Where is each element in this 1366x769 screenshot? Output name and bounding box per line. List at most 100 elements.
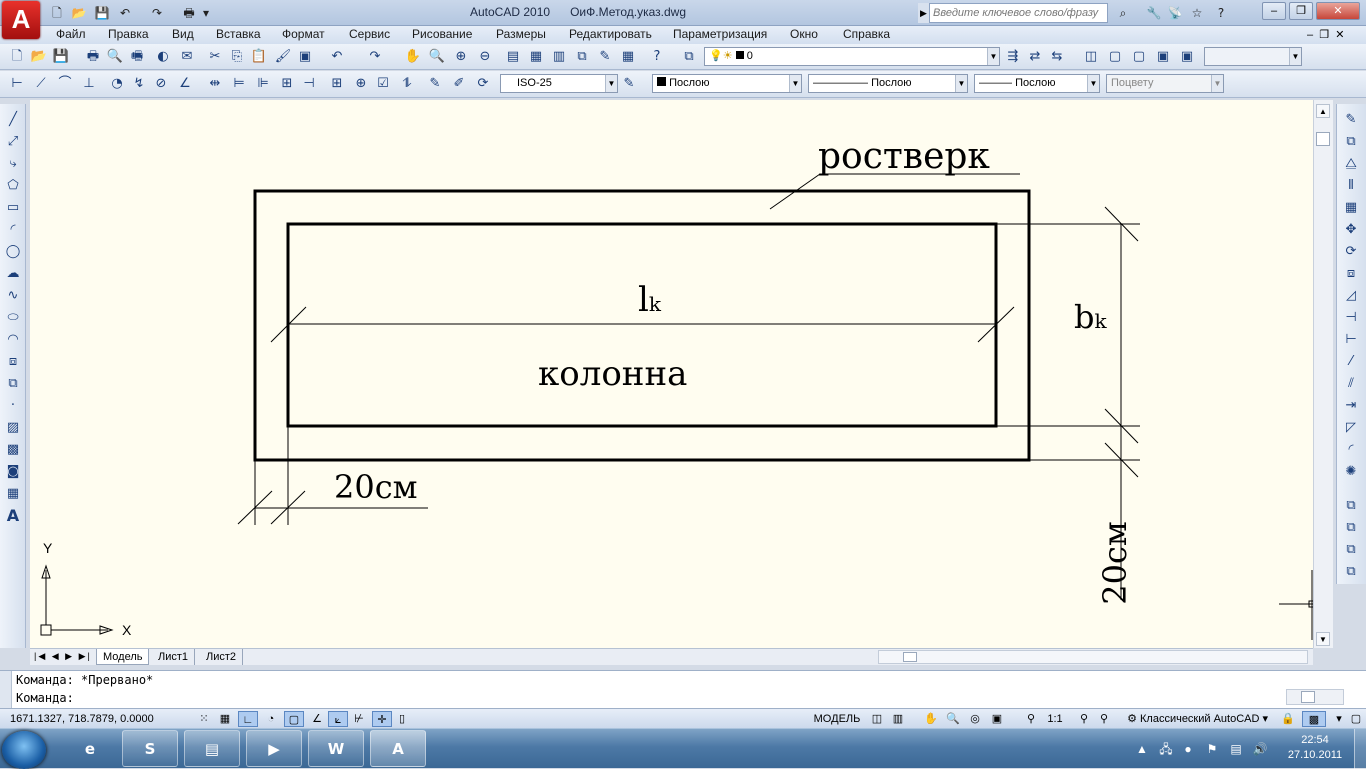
layer-properties-icon[interactable]: ⧉ bbox=[680, 48, 698, 66]
aligned-dimension-icon[interactable]: ⟋ bbox=[32, 75, 50, 93]
make-block-icon[interactable]: ⧉ bbox=[3, 374, 23, 394]
arc-icon[interactable]: ◜ bbox=[3, 220, 23, 240]
make-layer-current-icon[interactable]: ⇶ bbox=[1004, 48, 1022, 66]
drawing-canvas[interactable]: ростверк lk bk колонна 20см 20см Y X bbox=[30, 100, 1313, 648]
auto-scale-icon[interactable]: ⚲ bbox=[1096, 711, 1112, 727]
dynamic-input-icon[interactable]: ⊬ bbox=[350, 711, 368, 727]
start-button[interactable] bbox=[2, 731, 46, 769]
layer-state-icon[interactable]: ⇆ bbox=[1048, 48, 1066, 66]
scroll-down-icon[interactable]: ▼ bbox=[1316, 632, 1330, 646]
match-properties-icon[interactable]: 🖌 bbox=[274, 48, 292, 66]
table-icon[interactable]: ▦ bbox=[3, 484, 23, 504]
save-drawing-icon[interactable]: 💾 bbox=[52, 48, 70, 66]
gradient-icon[interactable]: ▩ bbox=[3, 440, 23, 460]
help-toolbar-icon[interactable]: ? bbox=[648, 48, 666, 66]
zoom-status-icon[interactable]: 🔍 bbox=[944, 711, 962, 727]
workspace-gear-icon[interactable]: ⚙ bbox=[1124, 711, 1140, 727]
linear-dimension-icon[interactable]: ⊢ bbox=[8, 75, 26, 93]
quick-view-icon[interactable]: ▥ bbox=[888, 711, 908, 727]
internet-explorer-icon[interactable]: e bbox=[62, 730, 118, 767]
object-snap-icon[interactable]: ▢ bbox=[284, 711, 304, 727]
stretch-icon[interactable]: ◿ bbox=[1341, 286, 1361, 306]
dimension-style-select[interactable]: ISO-25 ▼ bbox=[500, 74, 618, 93]
save-icon[interactable]: 💾 bbox=[93, 4, 111, 22]
open-file-icon[interactable]: 📂 bbox=[70, 4, 88, 22]
undo-icon[interactable]: ↶ bbox=[116, 4, 134, 22]
dimension-update-icon[interactable]: ⟳ bbox=[474, 75, 492, 93]
quick-properties-icon[interactable]: ▯ bbox=[394, 711, 410, 727]
menu-format[interactable]: Формат bbox=[282, 27, 325, 41]
menu-view[interactable]: Вид bbox=[172, 27, 194, 41]
plotstyle-select[interactable]: Поцвету ▼ bbox=[1106, 74, 1224, 93]
dimension-style-icon[interactable]: ✎ bbox=[620, 75, 638, 93]
tray-overflow-icon[interactable]: ▲ bbox=[1134, 741, 1150, 757]
command-window-grip[interactable] bbox=[0, 671, 12, 709]
properties-icon[interactable]: ▤ bbox=[504, 48, 522, 66]
help-icon[interactable]: ? bbox=[1212, 4, 1230, 22]
model-space-button[interactable]: МОДЕЛЬ bbox=[810, 711, 864, 727]
lineweight-icon[interactable]: ✛ bbox=[372, 711, 392, 727]
linetype-select[interactable]: ————— Послою ▼ bbox=[808, 74, 968, 93]
doc-window-controls[interactable]: – ❐ ✕ bbox=[1307, 28, 1344, 41]
publish-icon[interactable]: 🖷 bbox=[128, 48, 146, 66]
taskbar-clock[interactable]: 22:54 27.10.2011 bbox=[1280, 733, 1350, 763]
line-icon[interactable]: ╱ bbox=[3, 110, 23, 130]
kolonna-outline[interactable] bbox=[286, 222, 998, 428]
quick-access-dropdown-icon[interactable]: ▾ bbox=[200, 4, 212, 22]
trim-icon[interactable]: ⊣ bbox=[1341, 308, 1361, 328]
dimension-break-icon[interactable]: ⊣ bbox=[300, 75, 318, 93]
menu-edit[interactable]: Правка bbox=[108, 27, 149, 41]
workspace-switch[interactable]: Классический AutoCAD ▾ bbox=[1140, 711, 1274, 727]
copy-object-icon[interactable]: ⧉ bbox=[1341, 132, 1361, 152]
command-prompt[interactable]: Команда: bbox=[16, 691, 74, 705]
copy-icon[interactable]: ⎘ bbox=[228, 48, 246, 66]
dimension-edit-icon[interactable]: ✎ bbox=[426, 75, 444, 93]
break-at-point-icon[interactable]: ⁄ bbox=[1341, 352, 1361, 372]
fillet-icon[interactable]: ◜ bbox=[1341, 440, 1361, 460]
realistic-icon[interactable]: ▣ bbox=[1154, 48, 1172, 66]
rotate-icon[interactable]: ⟳ bbox=[1341, 242, 1361, 262]
point-icon[interactable]: · bbox=[3, 396, 23, 416]
command-scroll-thumb[interactable] bbox=[1301, 691, 1315, 703]
binoculars-icon[interactable]: ⌕ bbox=[1114, 4, 1132, 22]
media-player-classic-icon[interactable]: ▶ bbox=[246, 730, 302, 767]
design-center-icon[interactable]: ▦ bbox=[527, 48, 545, 66]
polygon-icon[interactable]: ⬠ bbox=[3, 176, 23, 196]
coordinates-display[interactable]: 1671.1327, 718.7879, 0.0000 bbox=[10, 711, 154, 727]
continue-icon[interactable]: ⊫ bbox=[254, 75, 272, 93]
draw-order-above-icon[interactable]: ⧉ bbox=[1341, 540, 1361, 560]
grid-display-icon[interactable]: ▦ bbox=[216, 711, 234, 727]
close-button[interactable]: ✕ bbox=[1316, 2, 1360, 20]
conceptual-icon[interactable]: ▣ bbox=[1178, 48, 1196, 66]
tab-model[interactable]: Модель bbox=[96, 649, 150, 665]
microsoft-word-icon[interactable]: W bbox=[308, 730, 364, 767]
tab-layout2[interactable]: Лист2 bbox=[200, 649, 244, 665]
circle-icon[interactable]: ◯ bbox=[3, 242, 23, 262]
showmotion-icon[interactable]: ▣ bbox=[988, 711, 1006, 727]
ellipse-arc-icon[interactable]: ◠ bbox=[3, 330, 23, 350]
inspection-icon[interactable]: ☑ bbox=[374, 75, 392, 93]
join-icon[interactable]: ⇥ bbox=[1341, 396, 1361, 416]
extend-icon[interactable]: ⊢ bbox=[1341, 330, 1361, 350]
tray-ball-icon[interactable]: ● bbox=[1180, 741, 1196, 757]
file-explorer-icon[interactable]: ▤ bbox=[184, 730, 240, 767]
layout-view-icon[interactable]: ◫ bbox=[868, 711, 886, 727]
region-icon[interactable]: ◙ bbox=[3, 462, 23, 482]
redo-icon[interactable]: ↷ bbox=[148, 4, 166, 22]
center-mark-icon[interactable]: ⊕ bbox=[352, 75, 370, 93]
zoom-window-icon[interactable]: ⊕ bbox=[452, 48, 470, 66]
skype-icon[interactable]: S bbox=[122, 730, 178, 767]
annotation-scale-value[interactable]: 1:1 bbox=[1040, 711, 1070, 727]
etransmit-icon[interactable]: ✉ bbox=[178, 48, 196, 66]
draw-order-front-icon[interactable]: ⧉ bbox=[1341, 496, 1361, 516]
scale-icon[interactable]: ⧈ bbox=[1341, 264, 1361, 284]
insert-block-icon[interactable]: ⧈ bbox=[3, 352, 23, 372]
explode-icon[interactable]: ✺ bbox=[1341, 462, 1361, 482]
chamfer-icon[interactable]: ◸ bbox=[1341, 418, 1361, 438]
snap-mode-icon[interactable]: ⁙ bbox=[196, 711, 212, 727]
vertical-scrollbar[interactable]: ▲ ▼ bbox=[1313, 100, 1333, 648]
subscription-icon[interactable]: 🔧 bbox=[1145, 4, 1163, 22]
array-icon[interactable]: ▦ bbox=[1341, 198, 1361, 218]
plot-drawing-icon[interactable]: 🖶 bbox=[84, 48, 102, 66]
minimize-button[interactable]: – bbox=[1262, 2, 1286, 20]
